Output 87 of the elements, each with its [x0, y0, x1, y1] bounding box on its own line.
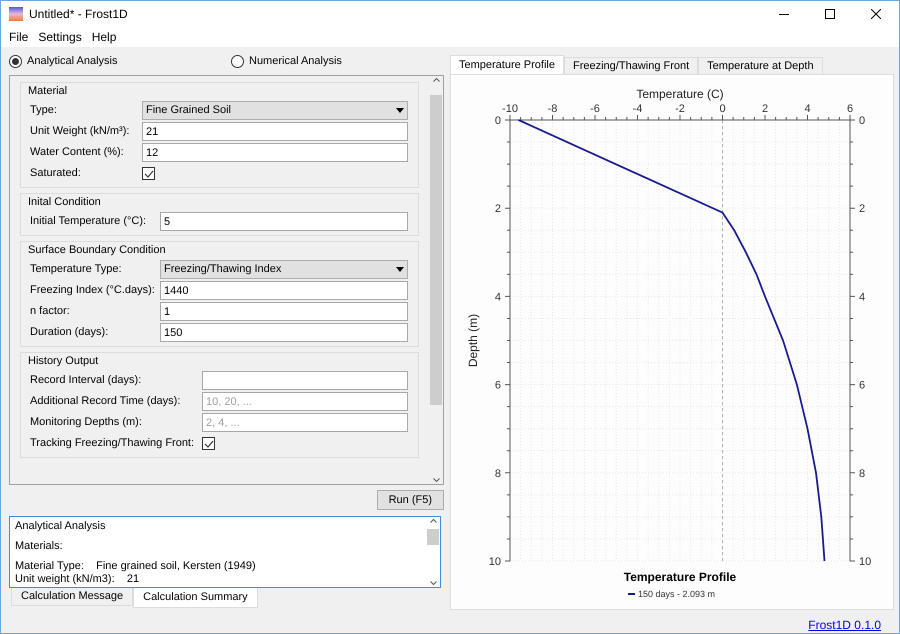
- window-title: Untitled* - Frost1D: [29, 6, 128, 23]
- summary-line: Material Type: Fine grained soil, Kersten (1949): [15, 560, 257, 573]
- group-title: Inital Condition: [28, 195, 102, 209]
- tick-label: -2: [675, 103, 685, 115]
- field-label: Record Interval (days):: [30, 373, 142, 388]
- radio-label[interactable]: Analytical Analysis: [27, 52, 118, 70]
- input-field[interactable]: 1: [160, 302, 408, 321]
- menu-item[interactable]: File: [4, 28, 34, 46]
- tab[interactable]: Temperature at Depth: [698, 57, 823, 74]
- tab[interactable]: Calculation Message: [11, 588, 134, 606]
- input-field[interactable]: 10, 20, ...: [202, 392, 408, 411]
- tick-label: 8: [494, 468, 501, 480]
- tick-label: 4: [859, 291, 866, 304]
- tick-label: 4: [494, 291, 501, 304]
- field-label: Initial Temperature (°C):: [30, 214, 148, 230]
- dropdown-caret-icon: [396, 267, 404, 272]
- app-icon: [9, 7, 23, 21]
- dropdown[interactable]: Freezing/Thawing Index: [160, 260, 408, 279]
- tab[interactable]: Calculation Summary: [133, 588, 258, 608]
- input-field[interactable]: 1440: [160, 281, 408, 300]
- input-field[interactable]: [202, 371, 408, 390]
- field-label: n factor:: [30, 304, 71, 320]
- input-field[interactable]: 21: [142, 122, 408, 141]
- tick-label: 8: [859, 468, 866, 480]
- version-link[interactable]: Frost1D 0.1.0: [808, 616, 881, 633]
- tick-label: 6: [494, 380, 501, 392]
- tick-label: 6: [846, 103, 854, 115]
- group-title: History Output: [28, 354, 100, 368]
- field-label: Duration (days):: [30, 325, 110, 340]
- group-title: Material: [28, 84, 68, 98]
- chart-title: Temperature Profile: [624, 570, 736, 584]
- field-label: Monitoring Depths (m):: [30, 415, 143, 430]
- input-field[interactable]: 12: [142, 143, 408, 162]
- close-icon: [871, 9, 881, 19]
- tick-label: 0: [719, 103, 726, 115]
- input-field[interactable]: 5: [160, 212, 408, 231]
- summary-line: Materials:: [15, 540, 64, 553]
- dropdown-caret-icon: [396, 108, 404, 113]
- field-label: Additional Record Time (days):: [30, 394, 182, 410]
- summary-line: Analytical Analysis: [15, 520, 106, 533]
- field-label: Saturated:: [30, 166, 82, 182]
- radio-button[interactable]: [231, 54, 244, 68]
- chevron-down-icon: [432, 478, 440, 482]
- input-field[interactable]: 150: [160, 323, 408, 342]
- dropdown[interactable]: Fine Grained Soil: [142, 101, 408, 120]
- tick-label: -10: [502, 103, 518, 115]
- tick-label: 10: [859, 556, 872, 568]
- tick-label: -4: [632, 103, 642, 115]
- checkbox[interactable]: [142, 167, 155, 180]
- tick-label: 2: [762, 103, 768, 115]
- checkbox[interactable]: [202, 437, 215, 450]
- field-label: Tracking Freezing/Thawing Front:: [30, 436, 196, 452]
- tick-label: 0: [494, 115, 501, 127]
- tick-label: 2: [494, 203, 501, 216]
- tick-label: -6: [590, 103, 600, 115]
- tab[interactable]: Freezing/Thawing Front: [564, 57, 698, 74]
- maximize-icon: [825, 9, 835, 19]
- legend-label: 150 days - 2.093 m: [638, 589, 716, 599]
- scrollbar-thumb[interactable]: [427, 529, 439, 545]
- field-label: Temperature Type:: [30, 262, 123, 278]
- menu-item[interactable]: Help: [86, 28, 122, 46]
- axis-title: Depth (m): [466, 314, 480, 368]
- tick-label: 6: [859, 380, 866, 392]
- chevron-up-icon: [430, 519, 436, 523]
- input-field[interactable]: 2, 4, ...: [202, 413, 408, 432]
- field-label: Freezing Index (°C.days):: [30, 283, 156, 298]
- field-label: Water Content (%):: [30, 145, 125, 160]
- scrollbar[interactable]: [426, 517, 440, 587]
- radio-button[interactable]: [9, 54, 22, 68]
- field-label: Type:: [30, 103, 58, 118]
- scrollbar[interactable]: [429, 76, 443, 484]
- chevron-down-icon: [430, 581, 436, 585]
- axis-title: Temperature (C): [636, 87, 724, 101]
- tick-label: 2: [859, 203, 866, 216]
- tick-label: 10: [488, 556, 501, 568]
- run-button[interactable]: Run (F5): [376, 490, 444, 510]
- chevron-up-icon: [432, 78, 440, 82]
- tick-label: 4: [804, 103, 811, 115]
- scrollbar-thumb[interactable]: [430, 95, 442, 405]
- field-label: Unit Weight (kN/m³):: [30, 124, 130, 140]
- tick-label: -8: [548, 103, 558, 115]
- group-title: Surface Boundary Condition: [28, 243, 167, 257]
- radio-label[interactable]: Numerical Analysis: [249, 52, 342, 70]
- summary-line: Unit weight (kN/m3): 21: [15, 573, 140, 586]
- tab[interactable]: Temperature Profile: [450, 55, 564, 74]
- menu-item[interactable]: Settings: [33, 28, 87, 46]
- tick-label: 0: [859, 115, 866, 127]
